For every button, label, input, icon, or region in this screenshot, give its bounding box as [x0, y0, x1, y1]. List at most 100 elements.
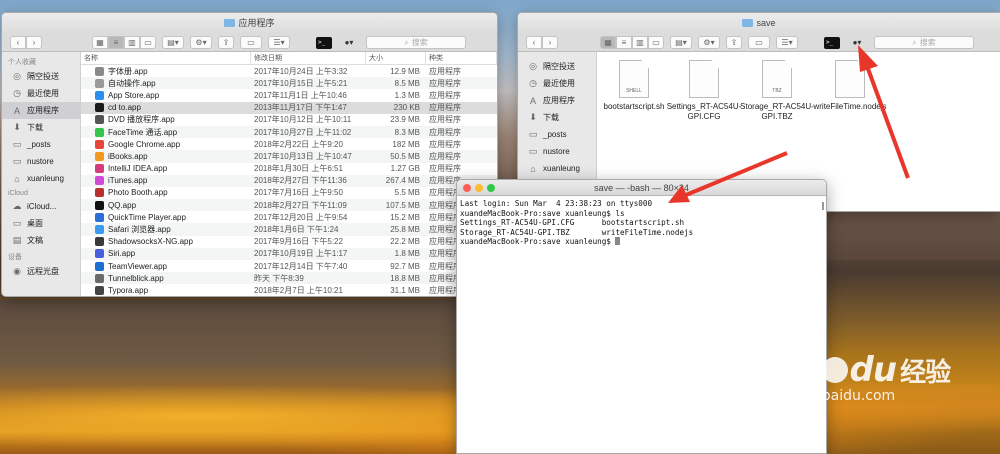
column-header-kind[interactable]: 种类	[426, 52, 497, 64]
table-row[interactable]: Tunnelblick.app 昨天 下午8:39 18.8 MB 应用程序	[81, 272, 497, 285]
terminal-line-text: Settings_RT-AC54U-GPI.CFG bootstartscrip…	[460, 218, 685, 227]
sidebar-item[interactable]: A 应用程序	[2, 102, 80, 119]
grid-icon: ▦	[96, 38, 104, 47]
sidebar-item[interactable]: ⬇ 下载	[2, 119, 80, 136]
share-button[interactable]: ⇪	[726, 36, 742, 49]
cell-size: 230 KB	[393, 103, 420, 113]
file-icon[interactable]	[689, 60, 719, 98]
table-row[interactable]: cd to.app 2013年11月17日 下午1:47 230 KB 应用程序	[81, 101, 497, 114]
sidebar-item[interactable]: ⬇ 下载	[518, 109, 596, 126]
back-button[interactable]: ‹	[10, 36, 26, 49]
chevron-left-icon: ‹	[532, 38, 536, 47]
sidebar-item[interactable]: ◎ 隔空投送	[2, 68, 80, 85]
sidebar-item[interactable]: ▭ nustore	[2, 153, 80, 170]
search-field[interactable]: ⌕ 搜索	[874, 36, 974, 49]
file-icon[interactable]: TBZ	[762, 60, 792, 98]
group-button[interactable]: ▤▾	[162, 36, 184, 49]
group-icon: ▤▾	[167, 38, 179, 47]
close-button[interactable]	[463, 184, 471, 192]
arrange-button[interactable]: ☰▾	[268, 36, 290, 49]
table-row[interactable]: Safari 浏览器.app 2018年1月6日 下午1:24 25.8 MB 应用程…	[81, 223, 497, 236]
sidebar-item[interactable]: ⌂ xuanleung	[2, 170, 80, 187]
group-button[interactable]: ▤▾	[670, 36, 692, 49]
cd-to-terminal-icon[interactable]: >_	[824, 36, 840, 49]
sidebar-item[interactable]: ⌂ xuanleung	[518, 160, 596, 177]
file-label[interactable]: bootstartscript.sh	[594, 102, 674, 112]
terminal-scrollbar[interactable]	[822, 202, 824, 210]
terminal-titlebar[interactable]: save — -bash — 80×24	[457, 180, 826, 196]
sidebar-item[interactable]: ◎ 隔空投送	[518, 58, 596, 75]
window-titlebar[interactable]: save	[518, 13, 1000, 34]
sidebar-item[interactable]: ▭ nustore	[518, 143, 596, 160]
app-icon	[95, 212, 104, 222]
file-label[interactable]: writeFileTime.nodejs	[810, 102, 890, 112]
cell-size: 1.8 MB	[394, 249, 420, 259]
column-header-date[interactable]: 修改日期	[251, 52, 366, 64]
arrange-button[interactable]: ☰▾	[776, 36, 798, 49]
file-list: 名称 修改日期 大小 种类 字体册.app 2017年10月24日 上午3:32 1…	[81, 52, 497, 296]
table-row[interactable]: ShadowsocksX-NG.app 2017年9月16日 下午5:22 22.2…	[81, 236, 497, 248]
icon-view-button[interactable]: ▦	[600, 36, 616, 49]
zoom-button[interactable]	[487, 184, 495, 192]
sidebar-item[interactable]: ◷ 最近使用	[518, 75, 596, 92]
gallery-view-button[interactable]: ▭	[648, 36, 664, 49]
cell-date: 2017年12月14日 下午7:40	[254, 261, 348, 271]
table-row[interactable]: DVD 播放程序.app 2017年10月12日 上午10:11 23.9 MB 应用…	[81, 114, 497, 126]
table-row[interactable]: Siri.app 2017年10月19日 上午1:17 1.8 MB 应用程序	[81, 247, 497, 260]
window-titlebar[interactable]: 应用程序	[2, 13, 497, 34]
column-header-size[interactable]: 大小	[366, 52, 426, 64]
sidebar-item[interactable]: ☁ iCloud...	[2, 198, 80, 215]
bomb-button[interactable]: ●▾	[338, 36, 360, 49]
icon-view-button[interactable]: ▦	[92, 36, 108, 49]
column-view-button[interactable]: ▥	[124, 36, 140, 49]
sidebar-item-label: xuanleung	[543, 164, 580, 173]
cd-to-terminal-icon[interactable]: >_	[316, 36, 332, 49]
terminal-output[interactable]: Last login: Sun Mar 4 23:38:23 on ttys00…	[457, 196, 826, 250]
file-icon[interactable]: SHELL	[619, 60, 649, 98]
column-view-button[interactable]: ▥	[632, 36, 648, 49]
tags-button[interactable]: ▭	[748, 36, 770, 49]
forward-button[interactable]: ›	[542, 36, 558, 49]
sidebar-item[interactable]: ▤ 文稿	[2, 232, 80, 249]
file-label[interactable]: Settings_RT-AC54U-GPI.CFG	[664, 102, 744, 122]
table-row[interactable]: TeamViewer.app 2017年12月14日 下午7:40 92.7 MB 应…	[81, 260, 497, 272]
table-row[interactable]: FaceTime 通话.app 2017年10月27日 上午11:02 8.3 MB…	[81, 125, 497, 139]
sidebar-item[interactable]: ▭ _posts	[2, 136, 80, 153]
search-field[interactable]: ⌕ 搜索	[366, 36, 466, 49]
table-row[interactable]: 自动操作.app 2017年10月15日 上午5:21 8.5 MB 应用程序	[81, 77, 497, 90]
tags-button[interactable]: ▭	[240, 36, 262, 49]
table-row[interactable]: iTunes.app 2018年2月27日 下午11:36 267.4 MB 应用程序	[81, 174, 497, 187]
gallery-view-button[interactable]: ▭	[140, 36, 156, 49]
cell-name: Tunnelblick.app	[81, 273, 251, 283]
list-view-button[interactable]: ≡	[108, 36, 124, 49]
minimize-button[interactable]	[475, 184, 483, 192]
table-row[interactable]: 字体册.app 2017年10月24日 上午3:32 12.9 MB 应用程序	[81, 65, 497, 77]
table-row[interactable]: Typora.app 2018年2月7日 上午10:21 31.1 MB 应用程序	[81, 284, 497, 296]
share-button[interactable]: ⇪	[218, 36, 234, 49]
file-icon[interactable]	[835, 60, 865, 98]
sidebar-item[interactable]: ◉ 远程光盘	[2, 263, 80, 280]
table-row[interactable]: Google Chrome.app 2018年2月22日 上午9:20 182 MB…	[81, 138, 497, 150]
table-row[interactable]: QuickTime Player.app 2017年12月20日 上午9:54 15…	[81, 211, 497, 223]
file-label[interactable]: Storage_RT-AC54U-GPI.TBZ	[737, 102, 817, 122]
cell-date: 2017年10月15日 上午5:21	[254, 78, 348, 88]
forward-button[interactable]: ›	[26, 36, 42, 49]
sidebar-item[interactable]: ◷ 最近使用	[2, 85, 80, 102]
column-header-name[interactable]: 名称	[81, 52, 251, 64]
sidebar-item[interactable]: ▭ _posts	[518, 126, 596, 143]
table-row[interactable]: iBooks.app 2017年10月13日 上午10:47 50.5 MB 应用程序	[81, 150, 497, 163]
list-view-button[interactable]: ≡	[616, 36, 632, 49]
action-button[interactable]: ⚙▾	[698, 36, 720, 49]
table-row[interactable]: App Store.app 2017年11月1日 上午10:46 1.3 MB 应用程…	[81, 89, 497, 101]
table-row[interactable]: Photo Booth.app 2017年7月16日 上午9:50 5.5 MB 应用…	[81, 187, 497, 199]
sidebar-item[interactable]: A 应用程序	[518, 92, 596, 109]
back-button[interactable]: ‹	[526, 36, 542, 49]
file-name: iTunes.app	[108, 176, 148, 186]
action-button[interactable]: ⚙▾	[190, 36, 212, 49]
file-name: iBooks.app	[108, 151, 148, 161]
table-row[interactable]: QQ.app 2018年2月27日 下午11:09 107.5 MB 应用程序	[81, 199, 497, 212]
disc-icon: ◉	[13, 266, 21, 276]
table-row[interactable]: IntelliJ IDEA.app 2018年1月30日 上午6:51 1.27 G…	[81, 163, 497, 175]
sidebar-item[interactable]: ▭ 桌面	[2, 215, 80, 232]
bomb-button[interactable]: ●▾	[846, 36, 868, 49]
